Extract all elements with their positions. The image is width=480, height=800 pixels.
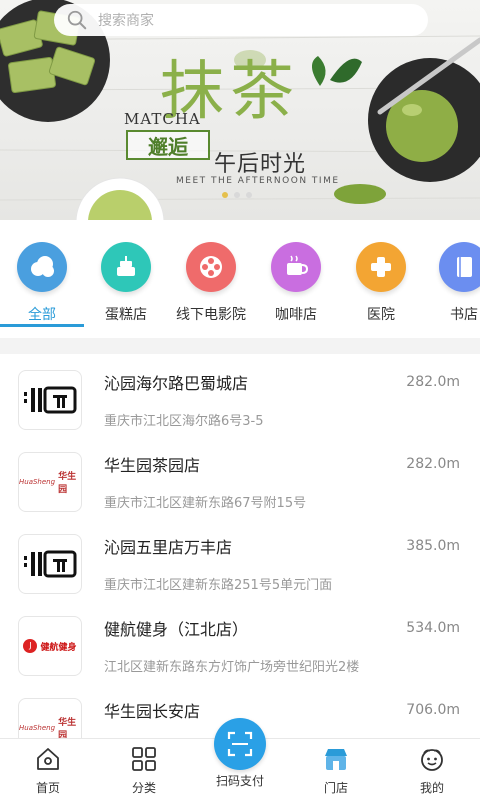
- category-label: 线下电影院: [176, 307, 246, 323]
- search-icon: [67, 10, 87, 30]
- nav-category-label: 分类: [131, 781, 156, 795]
- scan-pay-button[interactable]: [214, 718, 266, 770]
- nav-mine-label: 我的: [419, 781, 444, 795]
- category-cinema[interactable]: 线下电影院: [168, 242, 254, 324]
- store-name: 华生园茶园店: [104, 456, 201, 475]
- nav-home[interactable]: 首页: [8, 745, 88, 796]
- jianhang-logo-text: 健航健身: [40, 642, 77, 653]
- store-distance: 385.0m: [406, 538, 460, 554]
- store-icon: [325, 749, 347, 770]
- film-reel-icon: [186, 242, 236, 292]
- carousel-dots: [222, 192, 252, 198]
- nav-scan-label: 扫码支付: [215, 774, 264, 788]
- category-label: 书店: [450, 307, 478, 323]
- category-label: 咖啡店: [275, 307, 317, 323]
- store-logo: HuaSheng 华生园: [18, 698, 82, 738]
- store-name: 健航健身（江北店）: [104, 620, 249, 639]
- home-icon: [37, 748, 59, 770]
- category-cake[interactable]: 蛋糕店: [83, 242, 169, 324]
- nav-mine[interactable]: 我的: [392, 745, 472, 796]
- store-row[interactable]: J 健航健身 健航健身（江北店） 534.0m 江北区建新东路东方灯饰广场旁世纪…: [0, 600, 480, 682]
- store-distance: 282.0m: [406, 374, 460, 390]
- coffee-cup-icon: [271, 242, 321, 292]
- store-address: 重庆市江北区建新东路67号附15号: [104, 496, 307, 511]
- qinyuan-logo: [24, 386, 77, 414]
- nav-category[interactable]: 分类: [104, 745, 184, 796]
- store-distance: 706.0m: [406, 702, 460, 718]
- category-coffee[interactable]: 咖啡店: [253, 242, 339, 324]
- store-row[interactable]: 沁园海尔路巴蜀城店 282.0m 重庆市江北区海尔路6号3-5: [0, 354, 480, 436]
- store-distance: 534.0m: [406, 620, 460, 636]
- carousel-dot[interactable]: [246, 192, 252, 198]
- category-bookstore[interactable]: 书店: [421, 242, 480, 324]
- search-placeholder: 搜索商家: [98, 13, 154, 29]
- store-address: 重庆市江北区海尔路6号3-5: [104, 414, 264, 429]
- banner-title-en: MATCHA: [124, 110, 201, 128]
- store-name: 华生园长安店: [104, 702, 201, 721]
- book-icon: [439, 242, 480, 292]
- category-label: 全部: [28, 307, 56, 323]
- nav-home-label: 首页: [35, 781, 60, 795]
- banner-meet-cn: 邂逅: [126, 130, 210, 160]
- carousel-dot-active[interactable]: [222, 192, 228, 198]
- store-row[interactable]: HuaSheng 华生园 华生园茶园店 282.0m 重庆市江北区建新东路67号…: [0, 436, 480, 518]
- promo-banner[interactable]: 抹茶 MATCHA 邂逅 午后时光 MEET THE AFTERNOON TIM…: [0, 0, 480, 220]
- category-all[interactable]: 全部: [0, 242, 85, 324]
- search-bar[interactable]: 搜索商家: [54, 4, 428, 36]
- store-logo: [18, 534, 82, 594]
- nav-store[interactable]: 门店: [296, 745, 376, 796]
- carousel-dot[interactable]: [234, 192, 240, 198]
- huashengyuan-logo-text: 华生园: [58, 472, 77, 495]
- medical-cross-icon: [356, 242, 406, 292]
- store-address: 重庆市江北区建新东路251号5单元门面: [104, 578, 333, 593]
- category-label: 蛋糕店: [105, 307, 147, 323]
- grid-icon: [132, 747, 156, 771]
- store-logo: HuaSheng 华生园: [18, 452, 82, 512]
- store-list: 沁园海尔路巴蜀城店 282.0m 重庆市江北区海尔路6号3-5 HuaSheng…: [0, 354, 480, 738]
- cake-icon: [101, 242, 151, 292]
- store-distance: 282.0m: [406, 456, 460, 472]
- store-row[interactable]: 沁园五里店万丰店 385.0m 重庆市江北区建新东路251号5单元门面: [0, 518, 480, 600]
- banner-meet-en: MEET THE AFTERNOON TIME: [176, 176, 340, 186]
- category-active-indicator: [0, 324, 84, 327]
- cloud-icon: [17, 242, 67, 292]
- banner-afternoon-cn: 午后时光: [214, 152, 307, 177]
- scan-icon: [227, 731, 253, 757]
- store-logo: [18, 370, 82, 430]
- store-name: 沁园海尔路巴蜀城店: [104, 374, 249, 393]
- huashengyuan-logo-text: 华生园: [58, 718, 77, 738]
- store-logo: J 健航健身: [18, 616, 82, 676]
- store-address: 江北区建新东路东方灯饰广场旁世纪阳光2楼: [104, 660, 360, 675]
- store-name: 沁园五里店万丰店: [104, 538, 233, 557]
- category-label: 医院: [367, 307, 395, 323]
- nav-store-label: 门店: [323, 781, 348, 795]
- qinyuan-logo: [24, 550, 77, 578]
- category-hospital[interactable]: 医院: [338, 242, 424, 324]
- category-bar: 全部 蛋糕店 线下电影院 咖啡店 医院 书店: [0, 220, 480, 338]
- smiley-face-icon: [421, 749, 443, 771]
